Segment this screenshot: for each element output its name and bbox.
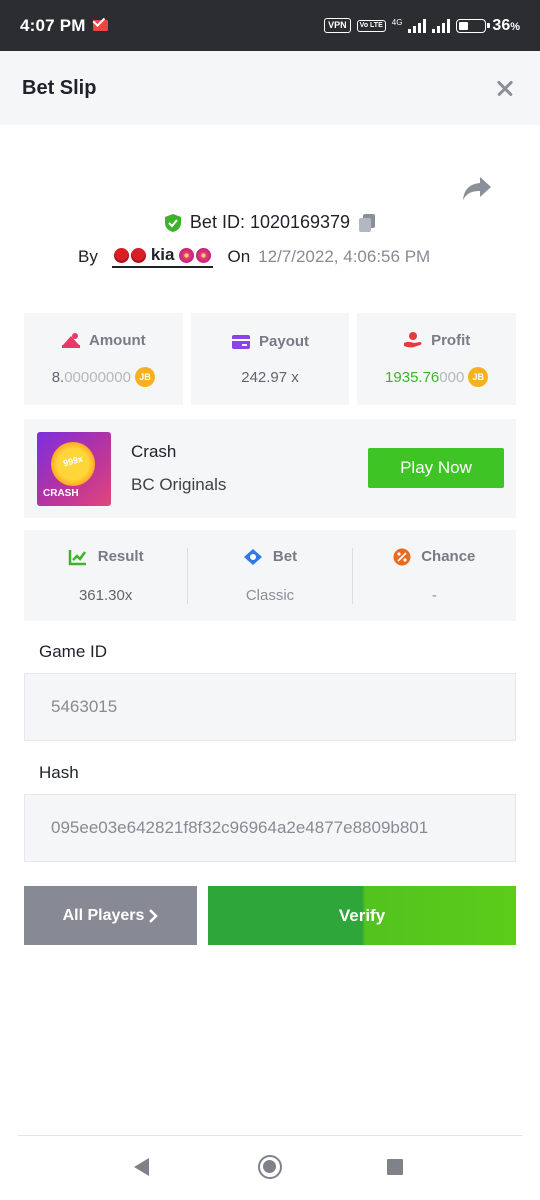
profit-label: Profit	[431, 331, 471, 349]
thumbnail-text: CRASH	[43, 487, 79, 499]
rose-emoji-icon	[113, 247, 129, 263]
amount-icon	[62, 333, 80, 348]
amount-label: Amount	[89, 331, 146, 349]
gmail-notification-icon	[92, 20, 108, 31]
chance-value: -	[431, 586, 437, 604]
signal-2-icon	[432, 18, 451, 33]
bet-datetime: 12/7/2022, 4:06:56 PM	[258, 246, 431, 266]
hibiscus-emoji-icon	[179, 247, 195, 263]
game-id-label: Game ID	[39, 642, 108, 661]
hash-label: Hash	[39, 763, 79, 782]
hash-field[interactable]: 095ee03e642821f8f32c96964a2e4877e8809b80…	[24, 794, 516, 862]
play-now-button[interactable]: Play Now	[368, 448, 504, 488]
bet-type-label: Bet	[272, 548, 298, 565]
network-type-label: 4G	[391, 17, 403, 27]
result-cell: Result 361.30x	[24, 547, 189, 604]
recents-icon[interactable]	[387, 1159, 403, 1175]
crash-game-thumbnail[interactable]: 999x CRASH	[37, 431, 111, 506]
jb-coin-icon: JB	[134, 367, 155, 387]
result-row: Result 361.30x Bet Classic Chance -	[24, 530, 516, 621]
status-time: 4:07 PM	[20, 15, 86, 35]
vpn-icon: VPN	[324, 18, 351, 33]
game-name: Crash	[131, 442, 177, 461]
bet-ticket-icon	[243, 548, 262, 565]
chance-label: Chance	[421, 548, 476, 565]
game-id-field[interactable]: 5463015	[24, 673, 516, 741]
all-players-button[interactable]: All Players	[24, 886, 197, 945]
result-value: 361.30x	[78, 586, 133, 604]
profit-value: 1935.76000 JB	[385, 367, 489, 387]
game-provider: BC Originals	[131, 475, 227, 494]
jb-coin-icon: JB	[468, 367, 489, 387]
payout-card: Payout 242.97 x	[190, 313, 350, 405]
close-icon[interactable]	[492, 75, 518, 101]
battery-level	[459, 21, 469, 30]
chevron-right-icon	[149, 908, 159, 923]
username: kia	[150, 245, 175, 264]
system-nav-bar	[0, 1136, 540, 1200]
hibiscus-emoji-icon	[196, 247, 212, 263]
copy-icon[interactable]	[358, 213, 376, 233]
amount-card: Amount 8.00000000 JB	[24, 313, 183, 405]
payout-label: Payout	[259, 333, 310, 350]
share-icon[interactable]	[462, 175, 492, 203]
page-title: Bet Slip	[22, 76, 97, 99]
bet-id-text: Bet ID: 1020169379	[189, 212, 351, 232]
bet-type-value: Classic	[245, 586, 295, 604]
battery-percent: 36%	[492, 16, 520, 34]
all-players-label: All Players	[62, 906, 145, 924]
payout-value: 242.97 x	[241, 368, 299, 386]
bet-stats: Amount 8.00000000 JB Payout 242.97 x Pro…	[24, 313, 517, 405]
game-card: 999x CRASH Crash BC Originals Play Now	[24, 419, 516, 518]
by-label: By	[78, 246, 98, 266]
status-icons: VPN Vo LTE 4G 36%	[324, 17, 520, 35]
signal-icon	[408, 18, 427, 33]
profit-hand-icon	[404, 332, 422, 348]
status-bar: 4:07 PM VPN Vo LTE 4G 36%	[0, 0, 540, 51]
chance-cell: Chance -	[353, 548, 516, 604]
verified-shield-icon	[164, 213, 181, 232]
result-chart-icon	[68, 549, 86, 565]
battery-icon	[456, 18, 491, 33]
on-label: On	[227, 246, 251, 266]
bet-author-row: By kia On 12/7/2022, 4:06:56 PM	[78, 245, 430, 268]
home-icon[interactable]	[258, 1155, 282, 1179]
verify-button[interactable]: Verify	[208, 886, 516, 945]
bet-slip-header: Bet Slip	[0, 51, 540, 125]
back-icon[interactable]	[134, 1158, 149, 1176]
bet-type-cell: Bet Classic	[188, 547, 353, 604]
rose-emoji-icon	[130, 247, 146, 263]
result-label: Result	[97, 548, 144, 565]
bet-id-row: Bet ID: 1020169379	[0, 212, 540, 233]
username-link[interactable]: kia	[111, 245, 214, 268]
profit-card: Profit 1935.76000 JB	[357, 313, 517, 405]
amount-value: 8.00000000 JB	[52, 367, 155, 387]
payout-card-icon	[232, 334, 250, 349]
percent-icon	[393, 548, 411, 565]
volte-icon: Vo LTE	[356, 19, 386, 32]
